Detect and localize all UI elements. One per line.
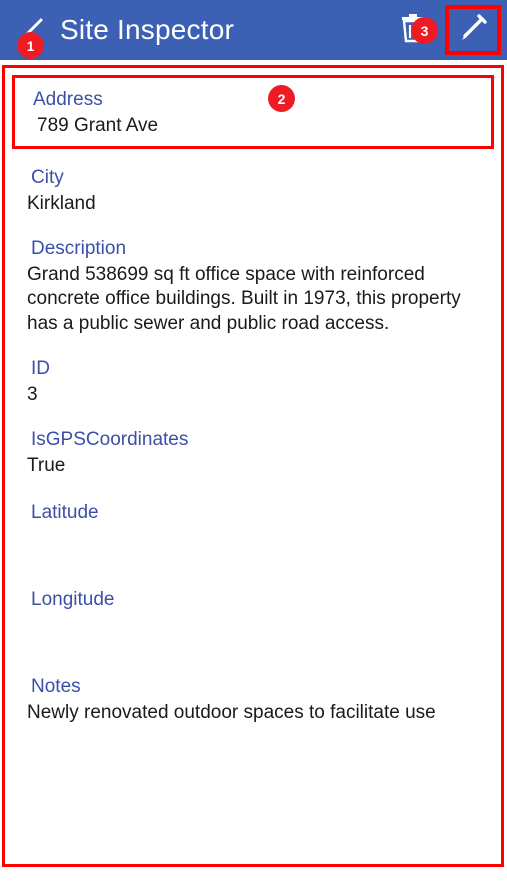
annotation-badge-2: 2 <box>268 85 295 112</box>
longitude-label: Longitude <box>31 588 115 610</box>
latitude-value <box>5 527 501 565</box>
description-field[interactable]: Description Grand 538699 sq ft office sp… <box>5 232 501 336</box>
address-value: 789 Grant Ave <box>37 114 159 136</box>
address-field[interactable]: Address 789 Grant Ave <box>12 75 494 150</box>
longitude-field[interactable]: Longitude <box>5 583 501 652</box>
inspector-content-panel: Address 789 Grant Ave City Kirkland Desc… <box>2 65 504 867</box>
annotation-badge-3: 3 <box>411 17 438 44</box>
isgpscoordinates-field[interactable]: IsGPSCoordinates True <box>5 423 501 478</box>
longitude-value <box>5 614 501 652</box>
city-value: Kirkland <box>27 192 96 214</box>
address-label: Address <box>33 89 103 110</box>
edit-button[interactable] <box>445 5 501 55</box>
id-value: 3 <box>27 383 38 405</box>
isgpscoordinates-value: True <box>27 454 66 476</box>
isgpscoordinates-label: IsGPSCoordinates <box>31 429 189 451</box>
latitude-field[interactable]: Latitude <box>5 496 501 565</box>
description-label: Description <box>31 238 127 260</box>
field-list: Address 789 Grant Ave City Kirkland Desc… <box>5 75 501 725</box>
id-label: ID <box>31 357 50 379</box>
description-value: Grand 538699 sq ft office space with rei… <box>27 264 467 334</box>
city-field[interactable]: City Kirkland <box>5 161 501 216</box>
notes-label: Notes <box>31 675 81 697</box>
pencil-icon <box>457 12 489 49</box>
annotation-badge-1: 1 <box>17 32 44 59</box>
latitude-label: Latitude <box>31 502 99 524</box>
page-title: Site Inspector <box>60 14 234 45</box>
city-label: City <box>31 167 64 189</box>
notes-field[interactable]: Notes Newly renovated outdoor spaces to … <box>5 670 501 725</box>
notes-value: Newly renovated outdoor spaces to facili… <box>27 701 436 723</box>
id-field[interactable]: ID 3 <box>5 352 501 407</box>
